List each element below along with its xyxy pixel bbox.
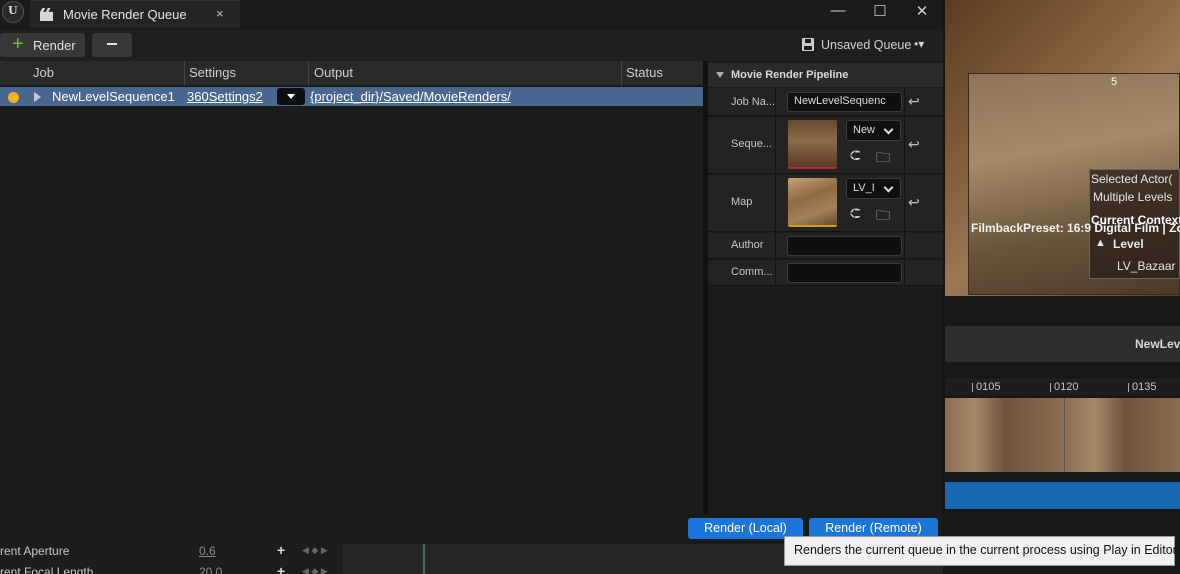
sequence-thumbnail[interactable] (788, 120, 837, 169)
job-row[interactable]: NewLevelSequence1 360Settings2 {project_… (0, 87, 703, 106)
job-name[interactable]: NewLevelSequence1 (52, 89, 175, 104)
map-asset-combo[interactable]: LV_I (846, 178, 901, 199)
shot-thumbnail-strip[interactable] (945, 398, 1180, 472)
current-aperture-label: rent Aperture (0, 544, 70, 558)
divider (775, 175, 776, 232)
minus-icon (107, 43, 117, 45)
frame-number: 5 (1111, 76, 1118, 88)
sequence-name: NewLev (1135, 337, 1180, 351)
column-divider[interactable] (621, 61, 622, 86)
current-aperture-value[interactable]: 0.6 (199, 544, 216, 558)
multiple-levels-text: Multiple Levels (1093, 190, 1173, 204)
tick-mark (1050, 383, 1051, 392)
job-name-label: Job Na... (731, 96, 776, 108)
job-enabled-dot-icon[interactable] (8, 92, 19, 103)
comment-row: Comm... (708, 260, 943, 286)
author-row: Author (708, 233, 943, 259)
author-label: Author (731, 239, 764, 251)
map-row: Map LV_I ⮈ 🗀 ↩ (708, 175, 943, 232)
collapse-arrow-icon[interactable] (716, 72, 724, 78)
divider (904, 233, 905, 259)
column-divider[interactable] (184, 61, 185, 86)
comment-field[interactable] (787, 263, 902, 283)
minimize-button[interactable]: — (823, 2, 853, 19)
reset-arrow-icon[interactable]: ↩ (908, 136, 920, 153)
queue-name[interactable]: Unsaved Queue (821, 38, 911, 52)
column-output[interactable]: Output (314, 65, 353, 80)
tab-title: Movie Render Queue (63, 7, 187, 22)
tick-mark (972, 383, 973, 392)
level-name: LV_Bazaar (1117, 259, 1176, 273)
divider (775, 233, 776, 259)
column-settings[interactable]: Settings (189, 65, 236, 80)
browse-arrow-icon[interactable]: ⮈ (850, 205, 866, 221)
column-job[interactable]: Job (33, 65, 54, 80)
pipeline-title: Movie Render Pipeline (731, 69, 849, 81)
add-key-icon[interactable]: + (277, 563, 285, 574)
browse-arrow-icon[interactable]: ⮈ (850, 147, 866, 163)
job-list-body[interactable] (0, 106, 703, 514)
tick-label: 0105 (976, 381, 1001, 393)
time-ruler[interactable]: 0105 0120 0135 (945, 378, 1180, 396)
clapperboard-icon (40, 8, 53, 21)
selected-actor-text: Selected Actor( (1091, 172, 1173, 186)
render-button-label: Render (33, 38, 76, 53)
map-thumbnail[interactable] (788, 178, 837, 227)
divider (904, 260, 905, 286)
save-icon[interactable] (802, 38, 814, 51)
map-label: Map (731, 196, 753, 208)
level-icon: ▲ (1095, 237, 1106, 249)
job-list-header: Job Settings Output Status (0, 61, 703, 86)
reset-arrow-icon[interactable]: ↩ (908, 93, 920, 110)
comment-label: Comm... (731, 266, 773, 278)
level-label: Level (1113, 237, 1144, 251)
add-key-icon[interactable]: + (277, 542, 285, 558)
filmback-preset-text: FilmbackPreset: 16:9 Digital Film | Zo (971, 221, 1180, 235)
tab-movie-render-queue[interactable]: Movie Render Queue × (30, 0, 240, 28)
tick-label: 0120 (1054, 381, 1079, 393)
plus-icon: + (12, 33, 24, 55)
divider (775, 88, 776, 116)
job-name-field[interactable]: NewLevelSequenc (787, 92, 902, 112)
settings-dropdown-button[interactable] (277, 88, 305, 105)
job-settings-link[interactable]: 360Settings2 (187, 89, 263, 104)
job-name-row: Job Na... NewLevelSequenc ↩ (708, 88, 943, 116)
column-status[interactable]: Status (626, 65, 663, 80)
sequencer-header[interactable]: NewLev (945, 326, 1180, 362)
find-in-browser-icon[interactable]: 🗀 (876, 205, 892, 223)
expand-arrow-icon[interactable] (34, 92, 41, 102)
divider (904, 117, 905, 174)
shot-track-bar[interactable] (945, 482, 1180, 509)
divider (904, 88, 905, 116)
reset-arrow-icon[interactable]: ↩ (908, 194, 920, 211)
divider (775, 117, 776, 174)
current-focal-length-label: rent Focal Length (0, 565, 94, 574)
tick-mark (1128, 383, 1129, 392)
remove-job-button[interactable] (92, 33, 132, 57)
divider (904, 175, 905, 232)
key-navigation-icon[interactable]: ◀ ◆ ▶ (302, 545, 328, 556)
column-divider[interactable] (308, 61, 309, 86)
render-button[interactable]: + Render (0, 33, 85, 57)
sequence-asset-combo[interactable]: New (846, 120, 901, 141)
job-output-link[interactable]: {project_dir}/Saved/MovieRenders/ (310, 89, 511, 104)
window-close-button[interactable]: ✕ (907, 2, 937, 20)
pipeline-section-header[interactable]: Movie Render Pipeline (708, 63, 943, 87)
key-navigation-icon[interactable]: ◀ ◆ ▶ (302, 566, 328, 574)
tick-label: 0135 (1132, 381, 1157, 393)
sequence-label: Seque... (731, 138, 772, 150)
unreal-logo-icon[interactable]: U (2, 1, 24, 23)
divider (775, 260, 776, 286)
author-field[interactable] (787, 236, 902, 256)
render-local-tooltip: Renders the current queue in the current… (784, 536, 1180, 566)
playhead[interactable] (423, 544, 425, 574)
tab-close-button[interactable]: × (216, 6, 224, 21)
sequence-row: Seque... New ⮈ 🗀 ↩ (708, 117, 943, 174)
find-in-browser-icon[interactable]: 🗀 (876, 147, 892, 165)
maximize-button[interactable]: ☐ (865, 2, 895, 20)
current-focal-length-value[interactable]: 20.0 (199, 565, 222, 574)
queue-menu-chevron-icon[interactable]: •▾ (914, 37, 924, 51)
